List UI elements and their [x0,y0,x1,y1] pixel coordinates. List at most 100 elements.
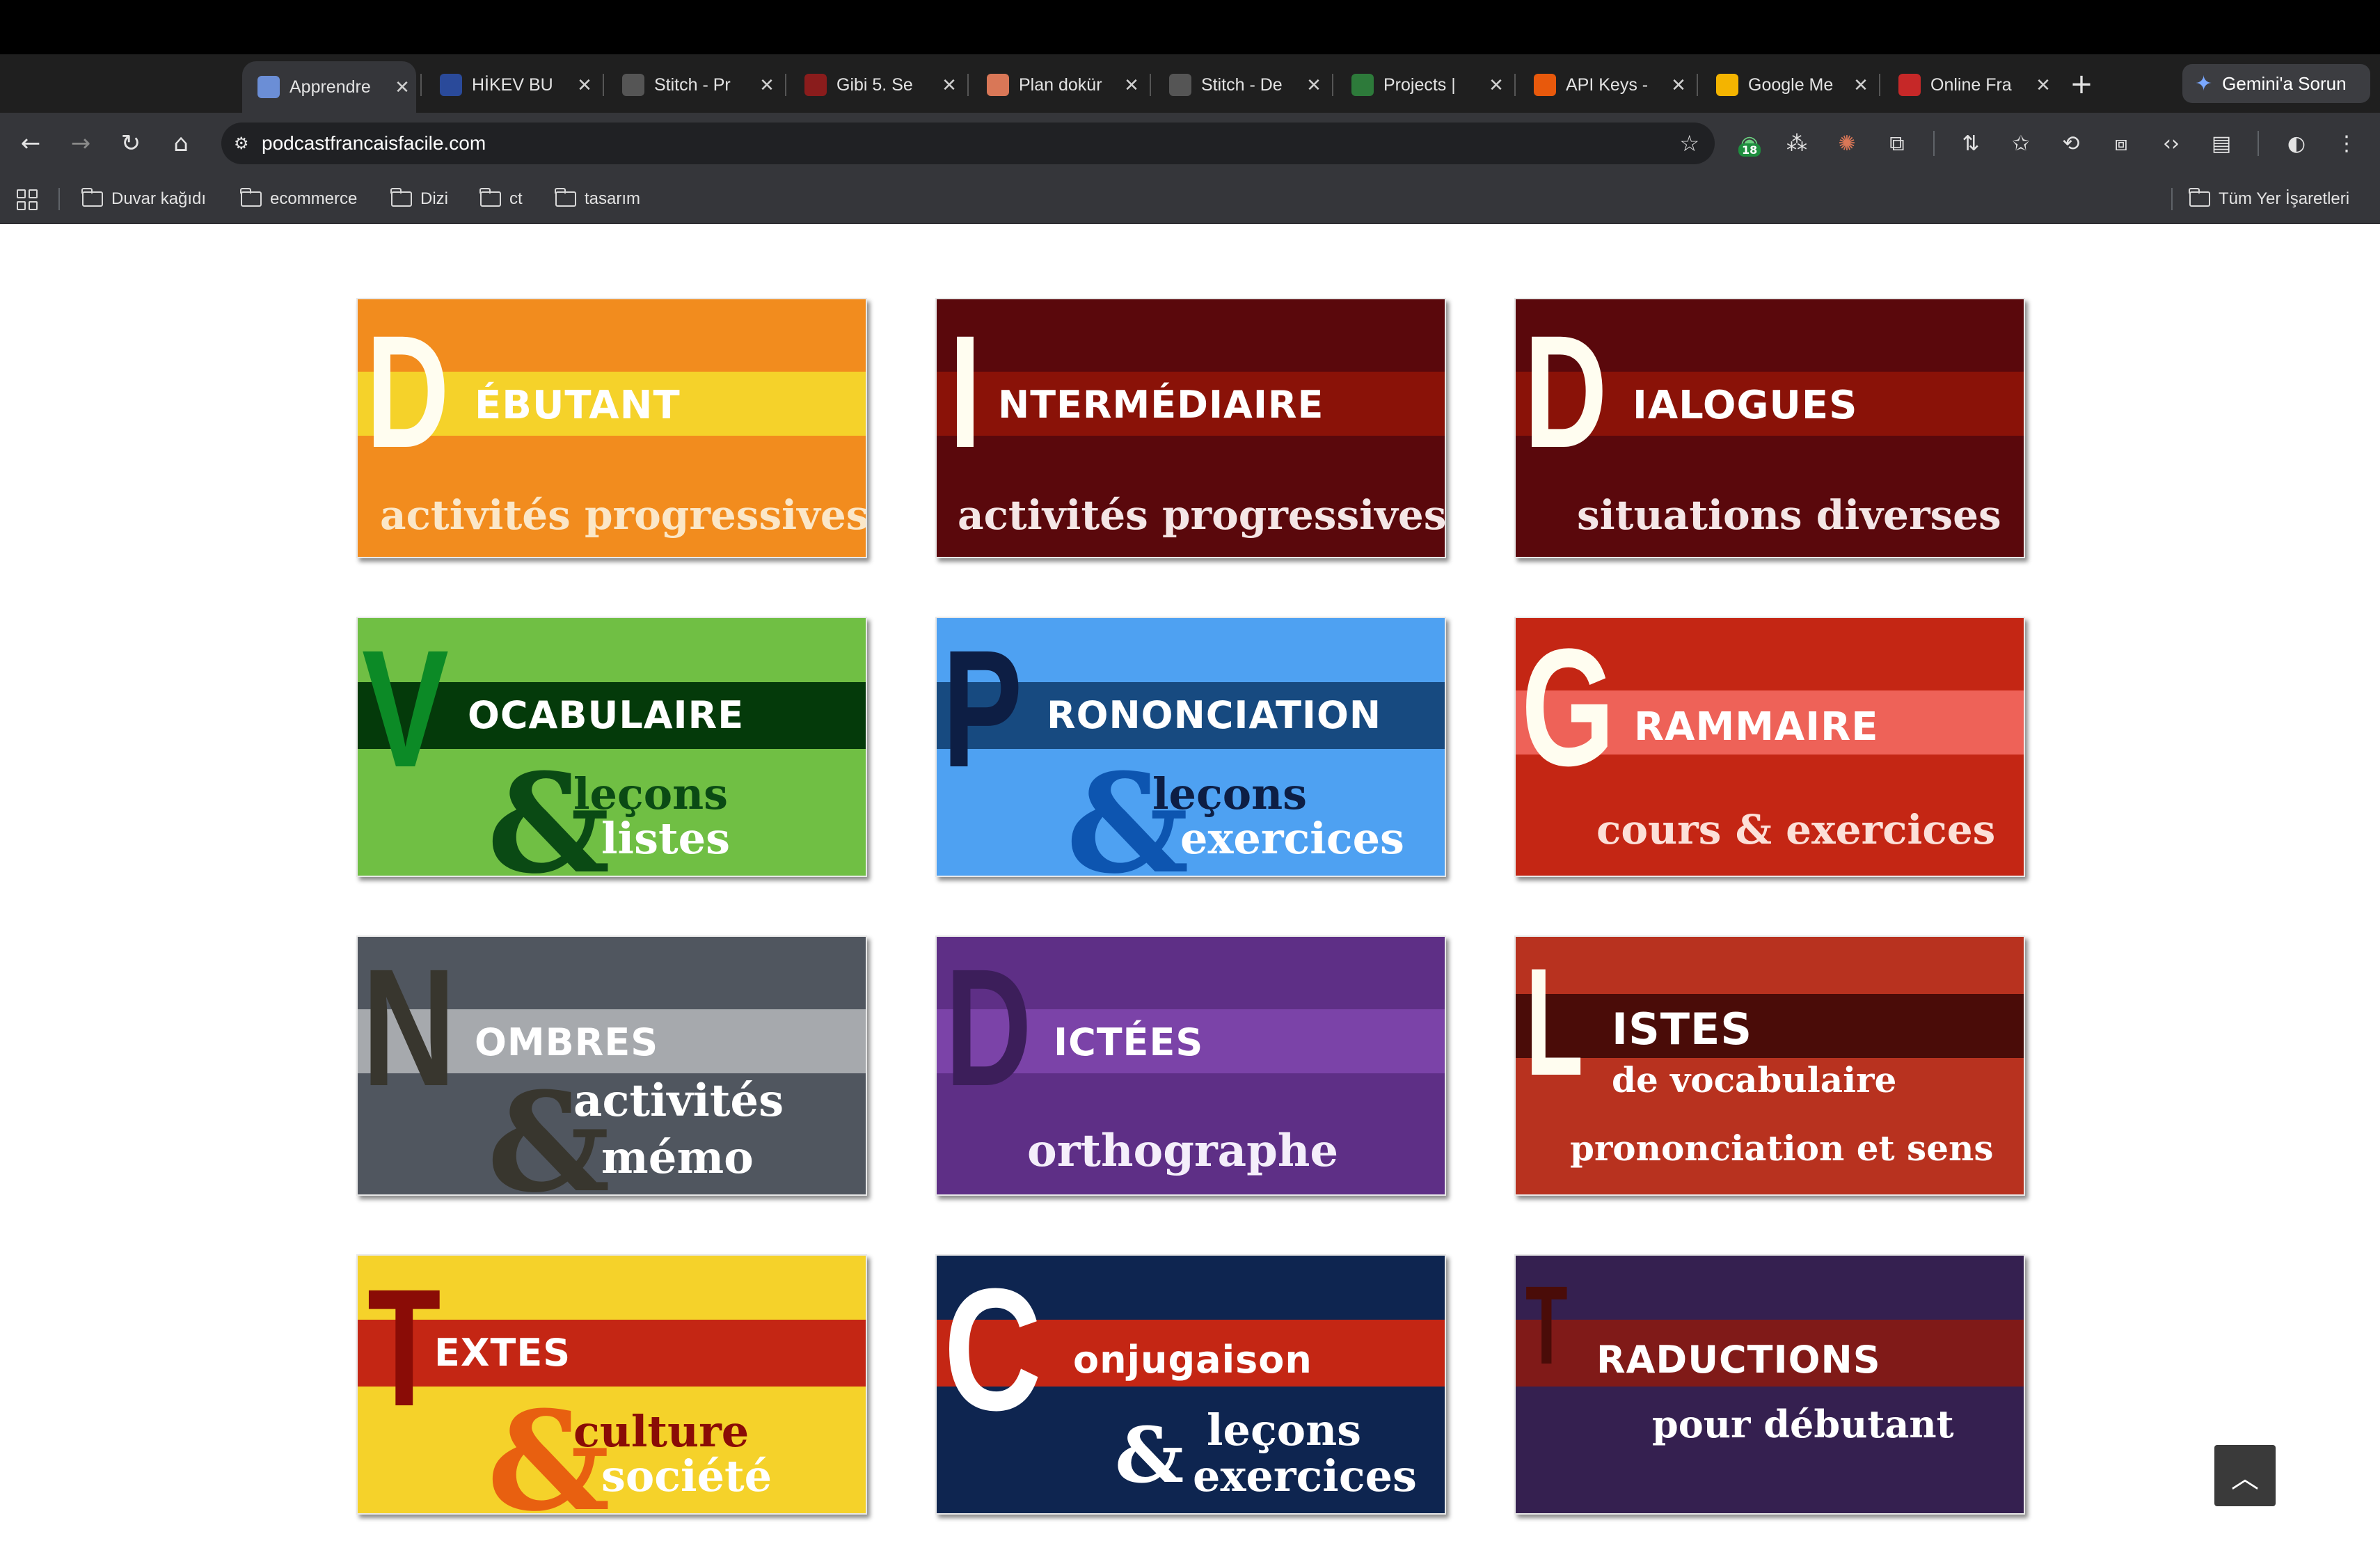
tab-separator [1697,74,1698,96]
claude-icon [987,74,1009,96]
devtools-code-icon[interactable]: ‹› [2153,125,2189,161]
tab-close-icon[interactable]: ✕ [1847,74,1875,96]
card-subtitle-line-1: leçons [1207,1405,1362,1455]
bookmark-label: tasarım [585,189,641,208]
bookmark-label: Dizi [420,189,448,208]
browser-tab[interactable]: HİKEV BU ✕ [425,64,598,106]
hikev-icon [440,74,462,96]
card-conjugaison[interactable]: Conjugaison & leçons exercices [935,1254,1446,1515]
tab-separator [603,74,604,96]
tab-label: Projects | [1383,74,1456,95]
stitch-icon [1169,74,1191,96]
browser-tab[interactable]: Stitch - Pr ✕ [607,64,781,106]
bookmarks-separator [2171,188,2173,210]
browser-tab[interactable]: Gibi 5. Se ✕ [789,64,963,106]
back-button[interactable]: ← [13,125,49,161]
api-keys-icon [1534,74,1556,96]
card-dictees[interactable]: D ICTÉES orthographe [935,935,1446,1196]
card-subtitle: pour débutant [1652,1402,1954,1446]
folder-icon [390,188,412,207]
bookmark-folder[interactable]: ct [479,184,523,214]
tab-close-icon[interactable]: ✕ [1300,74,1328,96]
card-subtitle-top: de vocabulaire [1612,1059,1897,1100]
folder-icon [240,188,262,207]
browser-tab[interactable]: Projects | ✕ [1336,64,1510,106]
browser-tab[interactable]: API Keys - ✕ [1518,64,1692,106]
card-title: ISTES [1612,1004,1753,1055]
tab-close-icon[interactable]: ✕ [935,74,963,96]
forward-button[interactable]: → [63,125,99,161]
online-fra-icon [1898,74,1921,96]
arrow-right-icon: → [70,129,91,157]
card-title: onjugaison [1073,1338,1312,1382]
scroll-to-top-button[interactable]: ︿ [2214,1445,2276,1506]
tab-close-icon[interactable]: ✕ [753,74,781,96]
tab-separator [1332,74,1333,96]
folder-icon [81,188,103,207]
card-title: RADUCTIONS [1596,1338,1881,1382]
card-listes[interactable]: L ISTES de vocabulaire prononciation et sen… [1514,935,2025,1196]
bookmark-star-icon[interactable]: ☆ [1679,130,1699,157]
menu-kebab-icon[interactable]: ⋮ [2329,125,2365,161]
reload-button[interactable]: ↻ [113,125,149,161]
tab-label: Google Me [1748,74,1834,95]
card-vocabulaire[interactable]: V OCABULAIRE & leçons listes [356,617,867,877]
tab-separator [420,74,422,96]
card-initial-letter: T [367,1254,441,1441]
card-intermediaire[interactable]: I NTERMÉDIAIRE activités progressives [935,298,1446,558]
tab-label: Online Fra [1930,74,2012,95]
url-text[interactable]: podcastfrancaisfacile.com [262,132,1679,155]
bookmark-folder[interactable]: Dizi [390,184,448,214]
reload-icon: ↻ [120,129,141,157]
browser-tab[interactable]: Google Me ✕ [1701,64,1875,106]
reading-list-icon[interactable]: ✩ [2003,125,2039,161]
side-panel-icon[interactable]: ▤ [2203,125,2239,161]
folder-icon [2189,188,2210,207]
card-debutant[interactable]: D ÉBUTANT activités progressives [356,298,867,558]
all-bookmarks-folder[interactable]: Tüm Yer İşaretleri [2189,184,2349,214]
card-title: NTERMÉDIAIRE [998,383,1324,427]
site-info-icon[interactable]: ⚙ [234,134,262,153]
gemini-button[interactable]: ✦ Gemini'a Sorun [2182,64,2370,103]
card-grammaire[interactable]: G RAMMAIRE cours & exercices [1514,617,2025,877]
card-nombres[interactable]: N OMBRES & activités mémo [356,935,867,1196]
tab-close-icon[interactable]: ✕ [2029,74,2057,96]
tab-label: API Keys - [1566,74,1649,95]
browser-tab[interactable]: Apprendre ✕ [242,61,416,113]
card-prononciation[interactable]: P RONONCIATION & leçons exercices [935,617,1446,877]
card-subtitle-line-1: leçons [1152,768,1308,819]
card-dialogues[interactable]: D IALOGUES situations diverses [1514,298,2025,558]
bookmark-folder[interactable]: ecommerce [240,184,358,214]
tab-close-icon[interactable]: ✕ [388,77,416,98]
address-bar[interactable]: ⚙ podcastfrancaisfacile.com ☆ [221,123,1715,164]
card-title: RONONCIATION [1047,693,1382,737]
google-translate-icon[interactable]: ⧈ [2103,125,2139,161]
translate-icon[interactable]: ⇅ [1953,125,1989,161]
browser-tab[interactable]: Online Fra ✕ [1883,64,2057,106]
tab-close-icon[interactable]: ✕ [1482,74,1510,96]
apps-grid-icon[interactable] [17,189,38,210]
browser-tab[interactable]: Stitch - De ✕ [1154,64,1328,106]
chevron-up-icon: ︿ [2231,1462,2259,1494]
extension-bars-icon[interactable]: ⁂ [1779,125,1815,161]
browser-tab[interactable]: Plan dokür ✕ [971,64,1145,106]
grid-page-icon [257,76,280,98]
profile-avatar[interactable]: ◐ [2278,125,2315,161]
tab-close-icon[interactable]: ✕ [1118,74,1145,96]
extensions-puzzle-icon[interactable]: ⧉ [1879,125,1915,161]
new-tab-button[interactable]: + [2064,67,2099,102]
history-icon[interactable]: ⟲ [2053,125,2089,161]
bookmark-label: ecommerce [270,189,358,208]
tab-separator [967,74,969,96]
card-textes[interactable]: T EXTES & culture société [356,1254,867,1515]
card-title: IALOGUES [1633,383,1858,428]
tab-close-icon[interactable]: ✕ [1665,74,1692,96]
claude-extension-icon[interactable]: ✺ [1829,125,1865,161]
bookmark-folder[interactable]: Duvar kağıdı [81,184,206,214]
projects-icon [1351,74,1374,96]
bookmark-folder[interactable]: tasarım [555,184,640,214]
tab-close-icon[interactable]: ✕ [571,74,598,96]
tab-separator [1879,74,1880,96]
home-button[interactable]: ⌂ [163,125,199,161]
card-traductions[interactable]: T RADUCTIONS pour débutant [1514,1254,2025,1515]
